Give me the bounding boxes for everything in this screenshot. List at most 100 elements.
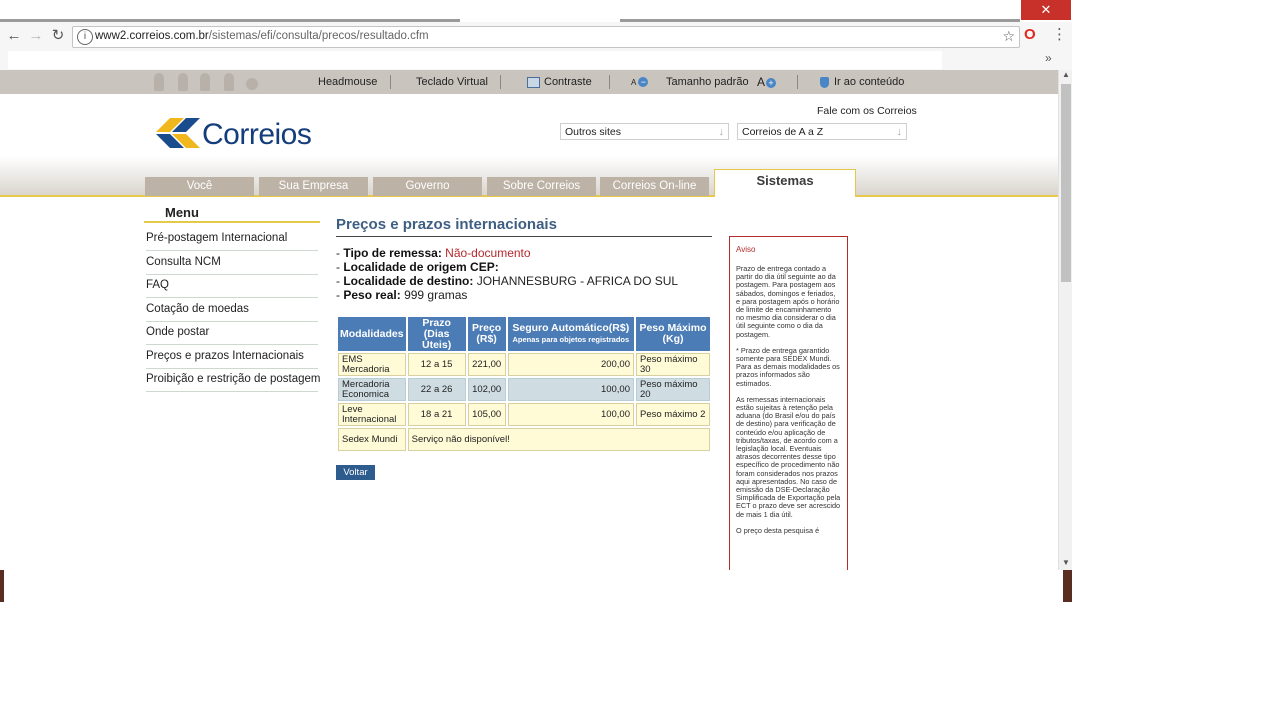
- correios-logo-text[interactable]: Correios: [202, 118, 312, 152]
- seguro-note: Apenas para objetos registrados: [512, 335, 630, 344]
- opera-icon[interactable]: O: [1024, 26, 1036, 43]
- peso-line: - Peso real: 999 gramas: [336, 288, 468, 302]
- browser-toolbar: ← → ↻ i www2.correios.com.br/sistemas/ef…: [0, 22, 1072, 51]
- cell-prazo: 18 a 21: [407, 403, 466, 426]
- tab-correios-online[interactable]: Correios On-line: [600, 177, 709, 196]
- cell-peso: Peso máximo 20: [636, 378, 710, 401]
- plus-circle-icon: +: [766, 78, 777, 89]
- aviso-paragraph: O preço desta pesquisa é: [736, 525, 820, 535]
- separator: [609, 75, 610, 89]
- destino-value: JOHANNESBURG - AFRICA DO SUL: [476, 274, 679, 288]
- table-row: Mercadoria Economica 22 a 26 102,00 100,…: [338, 378, 710, 401]
- teclado-virtual-link[interactable]: Teclado Virtual: [416, 70, 488, 94]
- tab-sua-empresa[interactable]: Sua Empresa: [259, 177, 368, 196]
- fale-com-os-correios-link[interactable]: Fale com os Correios: [817, 105, 917, 117]
- contrast-icon: [527, 76, 540, 88]
- desktop-edge: [0, 570, 4, 602]
- bookmarks-area: [8, 51, 942, 69]
- outros-sites-value: Outros sites: [565, 126, 622, 138]
- separator: [500, 75, 501, 89]
- destino-line: - Localidade de destino: JOHANNESBURG - …: [336, 274, 679, 288]
- accessibility-figure-icon: [154, 73, 164, 91]
- scrollbar-thumb[interactable]: [1061, 84, 1071, 282]
- cell-modalidade: EMS Mercadoria: [338, 353, 406, 376]
- tab-sobre-correios[interactable]: Sobre Correios: [487, 177, 596, 196]
- browser-window: ✕ ← → ↻ i www2.correios.com.br/sistemas/…: [0, 0, 1072, 602]
- browser-menu-icon[interactable]: ⋮: [1052, 25, 1067, 43]
- decrease-font-button[interactable]: A −: [631, 70, 649, 94]
- headmouse-link[interactable]: Headmouse: [318, 70, 377, 94]
- correios-a-z-select[interactable]: Correios de A a Z ↓: [737, 123, 907, 140]
- origem-label: Localidade de origem CEP:: [343, 260, 499, 274]
- scroll-up-icon[interactable]: ▲: [1062, 70, 1070, 79]
- menu-item-pre-postagem[interactable]: Pré-postagem Internacional: [146, 227, 318, 251]
- menu-item-faq[interactable]: FAQ: [146, 274, 318, 298]
- table-row: Leve Internacional 18 a 21 105,00 100,00…: [338, 403, 710, 426]
- minus-circle-icon: −: [638, 77, 649, 88]
- cell-prazo: 12 a 15: [407, 353, 466, 376]
- cell-seguro: 200,00: [507, 353, 634, 376]
- aviso-paragraph: As remessas internacionais estão sujeita…: [736, 394, 841, 519]
- menu-item-proibicao[interactable]: Proibição e restrição de postagem: [146, 368, 321, 392]
- page-title: Preços e prazos internacionais: [336, 216, 712, 237]
- aviso-paragraph: Prazo de entrega contado a partir do dia…: [736, 264, 840, 339]
- page-scrollbar[interactable]: ▲ ▼: [1058, 70, 1072, 570]
- table-row: Sedex Mundi Serviço não disponível!: [338, 428, 710, 451]
- tab-sistemas[interactable]: Sistemas: [714, 169, 856, 197]
- destino-label: Localidade de destino:: [343, 274, 474, 288]
- font-small-label: A: [631, 78, 637, 87]
- page-content: Headmouse Teclado Virtual Contraste A − T…: [0, 70, 1058, 570]
- tamanho-padrao-link[interactable]: Tamanho padrão: [666, 70, 749, 94]
- accessibility-bar: Headmouse Teclado Virtual Contraste A − T…: [0, 70, 1058, 94]
- cell-preco: 102,00: [467, 378, 506, 401]
- contraste-link[interactable]: Contraste: [527, 70, 592, 94]
- peso-value: 999 gramas: [404, 288, 468, 302]
- bookmarks-bar: »: [0, 50, 1072, 70]
- col-modalidades: Modalidades: [338, 317, 406, 351]
- address-bar[interactable]: i www2.correios.com.br/sistemas/efi/cons…: [72, 26, 1020, 48]
- col-seguro: Seguro Automático(R$) Apenas para objetos…: [507, 317, 634, 351]
- cell-prazo: 22 a 26: [407, 378, 466, 401]
- ir-ao-conteudo-link[interactable]: Ir ao conteúdo: [820, 70, 904, 94]
- menu-item-precos-prazos[interactable]: Preços e prazos Internacionais: [146, 345, 318, 369]
- cell-modalidade: Sedex Mundi: [338, 428, 406, 451]
- back-arrow-icon[interactable]: ←: [2, 22, 26, 50]
- correios-logo-icon[interactable]: [156, 116, 200, 150]
- window-close-button[interactable]: ✕: [1021, 0, 1071, 20]
- separator: [390, 75, 391, 89]
- correios-a-z-value: Correios de A a Z: [742, 126, 824, 138]
- contraste-label: Contraste: [544, 76, 592, 88]
- menu-item-cotacao-moedas[interactable]: Cotação de moedas: [146, 298, 318, 322]
- bookmarks-more-icon[interactable]: »: [1045, 51, 1052, 65]
- voltar-button[interactable]: Voltar: [336, 465, 375, 480]
- table-row: EMS Mercadoria 12 a 15 221,00 200,00 Pes…: [338, 353, 710, 376]
- chevron-down-icon: ↓: [718, 126, 725, 138]
- bookmark-star-icon[interactable]: ☆: [1002, 28, 1015, 45]
- tab-governo[interactable]: Governo: [373, 177, 482, 196]
- info-icon[interactable]: i: [77, 29, 93, 45]
- scroll-down-icon[interactable]: ▼: [1062, 558, 1070, 567]
- forward-arrow-icon[interactable]: →: [24, 22, 48, 50]
- cell-peso: Peso máximo 30: [636, 353, 710, 376]
- outros-sites-select[interactable]: Outros sites ↓: [560, 123, 729, 140]
- tab-voce[interactable]: Você: [145, 177, 254, 196]
- cell-peso: Peso máximo 2: [636, 403, 710, 426]
- tipo-value: Não-documento: [445, 246, 531, 260]
- rates-table: Modalidades Prazo (Dias Úteis) Preço (R$…: [336, 315, 712, 453]
- tipo-label: Tipo de remessa:: [343, 246, 442, 260]
- cell-modalidade: Mercadoria Economica: [338, 378, 406, 401]
- menu-item-onde-postar[interactable]: Onde postar: [146, 321, 318, 345]
- cell-preco: 221,00: [467, 353, 506, 376]
- accessibility-figure-icon: [200, 73, 210, 91]
- increase-font-button[interactable]: A +: [757, 70, 777, 94]
- accessibility-figure-icon: [178, 73, 188, 91]
- menu-title: Menu: [144, 205, 320, 223]
- url-path: /sistemas/efi/consulta/precos/resultado.…: [208, 30, 429, 42]
- col-peso-maximo: Peso Máximo (Kg): [636, 317, 710, 351]
- menu-item-consulta-ncm[interactable]: Consulta NCM: [146, 251, 318, 275]
- wheelchair-icon: [246, 78, 258, 90]
- desktop-edge: [1063, 570, 1072, 602]
- reload-icon[interactable]: ↻: [46, 22, 70, 50]
- cell-modalidade: Leve Internacional: [338, 403, 406, 426]
- url-host: www2.correios.com.br: [95, 30, 209, 42]
